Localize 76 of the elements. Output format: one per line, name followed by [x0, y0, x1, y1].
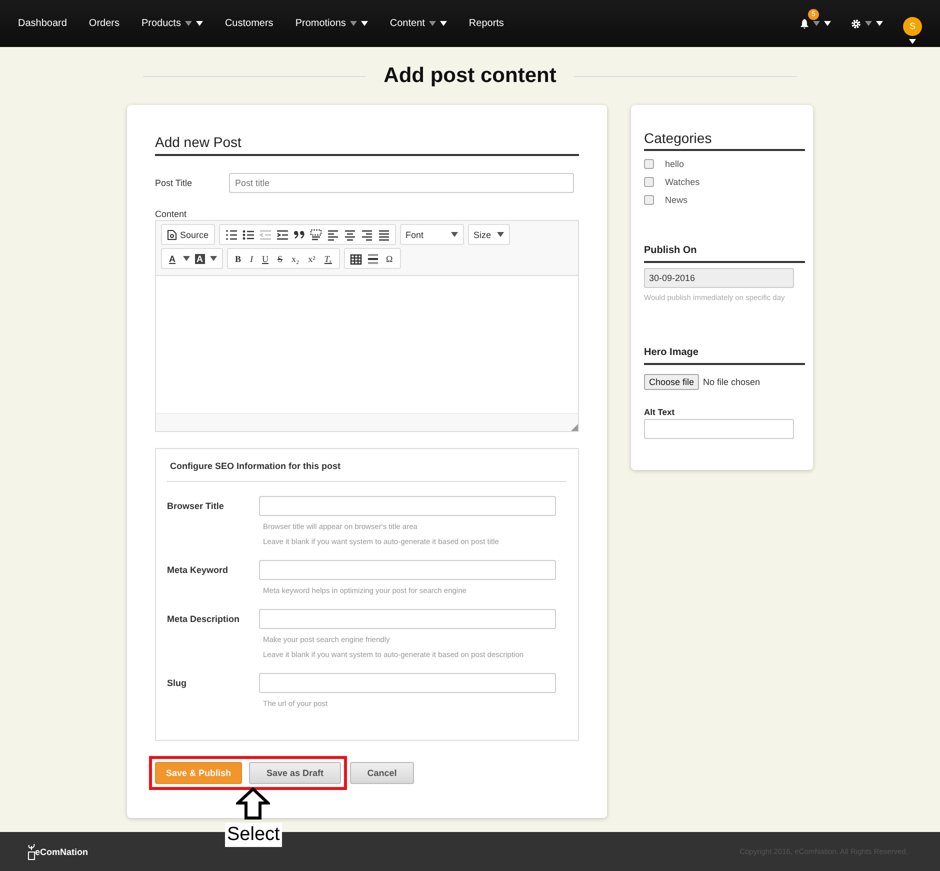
logo-icon — [28, 844, 35, 860]
format-button[interactable]: x² — [306, 254, 318, 264]
quote-icon[interactable] — [292, 228, 305, 240]
ordered-list-icon[interactable] — [224, 228, 237, 240]
background-color-button[interactable]: A — [194, 254, 205, 264]
nav-link[interactable]: Dashboard — [18, 18, 67, 29]
field-label: Content — [155, 209, 188, 219]
indent-icon[interactable] — [276, 228, 288, 240]
nav-link[interactable]: Orders — [88, 18, 120, 29]
format-button[interactable]: x₂ — [290, 254, 302, 264]
resize-grip-icon[interactable] — [570, 423, 578, 431]
checkbox[interactable] — [644, 177, 654, 187]
nav-link[interactable]: Reports — [468, 18, 504, 29]
format-button[interactable]: S — [276, 254, 285, 264]
field-label: Browser Title — [167, 500, 225, 513]
horizontal-rule-icon[interactable] — [366, 252, 379, 264]
field-label: Post Title — [155, 178, 194, 188]
brand-name: eComNation — [35, 846, 88, 856]
action-button[interactable]: Save as Draft — [249, 762, 341, 784]
align-right-icon[interactable] — [360, 228, 373, 240]
checkbox[interactable] — [644, 159, 654, 169]
settings-icon[interactable] — [851, 18, 861, 28]
nav-link[interactable]: Products — [141, 18, 203, 29]
nav-link[interactable]: Promotions — [295, 18, 368, 29]
field-label: Alt Text — [644, 407, 676, 417]
caret-icon — [440, 21, 447, 26]
caret-icon — [450, 232, 458, 237]
input-field[interactable] — [259, 560, 556, 580]
format-button[interactable]: B — [233, 254, 244, 264]
section-heading: Categories — [644, 130, 805, 151]
nav-link[interactable]: Content — [390, 18, 447, 29]
field-label: Meta Description — [167, 613, 241, 626]
section-heading: Hero Image — [644, 347, 805, 365]
format-button[interactable]: I — [248, 254, 256, 264]
size-dropdown[interactable]: Size — [468, 224, 510, 245]
field-label: Slug — [167, 677, 188, 690]
form-heading: Add new Post — [155, 134, 579, 156]
bell-icon[interactable] — [800, 18, 809, 28]
page-title: Add post content — [384, 64, 556, 88]
date-field[interactable]: 30-09-2016 — [644, 268, 794, 288]
caret-icon — [909, 38, 916, 44]
bulleted-list-icon[interactable] — [242, 228, 254, 240]
table-icon[interactable] — [350, 252, 362, 264]
caret-icon — [196, 21, 203, 26]
align-center-icon[interactable] — [344, 228, 356, 240]
section-heading: Configure SEO Information for this post — [167, 449, 566, 482]
format-button[interactable]: Tₓ — [322, 254, 334, 264]
special-character-button[interactable]: Ω — [384, 254, 395, 264]
input-field[interactable] — [259, 673, 556, 693]
category-label: Watches — [665, 177, 700, 187]
input-field[interactable] — [259, 609, 556, 629]
category-label: hello — [665, 159, 684, 169]
document-icon — [167, 230, 177, 240]
field-label: Meta Keyword — [167, 564, 230, 577]
align-left-icon[interactable] — [326, 228, 339, 240]
text-color-button[interactable]: A — [167, 254, 178, 264]
input-field[interactable] — [259, 496, 556, 516]
annotation-label: Select — [225, 823, 282, 847]
caret-icon — [182, 256, 190, 261]
caret-icon — [210, 256, 217, 261]
font-dropdown[interactable]: Font — [400, 224, 464, 245]
div-icon[interactable] — [310, 228, 322, 240]
section-heading: Publish On — [644, 245, 805, 263]
choose-file-button[interactable]: Choose file — [644, 374, 700, 390]
action-button[interactable]: Cancel — [350, 762, 414, 784]
nav-link[interactable]: Customers — [224, 18, 274, 29]
source-button[interactable]: Source — [161, 224, 215, 245]
caret-icon — [496, 232, 504, 237]
file-status: No file chosen — [703, 377, 760, 387]
post-title-field[interactable]: Post title — [229, 173, 574, 193]
caret-icon — [360, 21, 368, 26]
justify-icon[interactable] — [378, 228, 390, 240]
checkbox[interactable] — [644, 195, 654, 205]
alt-text-field[interactable] — [644, 419, 794, 439]
format-button[interactable]: U — [260, 254, 271, 264]
category-label: News — [665, 195, 688, 205]
